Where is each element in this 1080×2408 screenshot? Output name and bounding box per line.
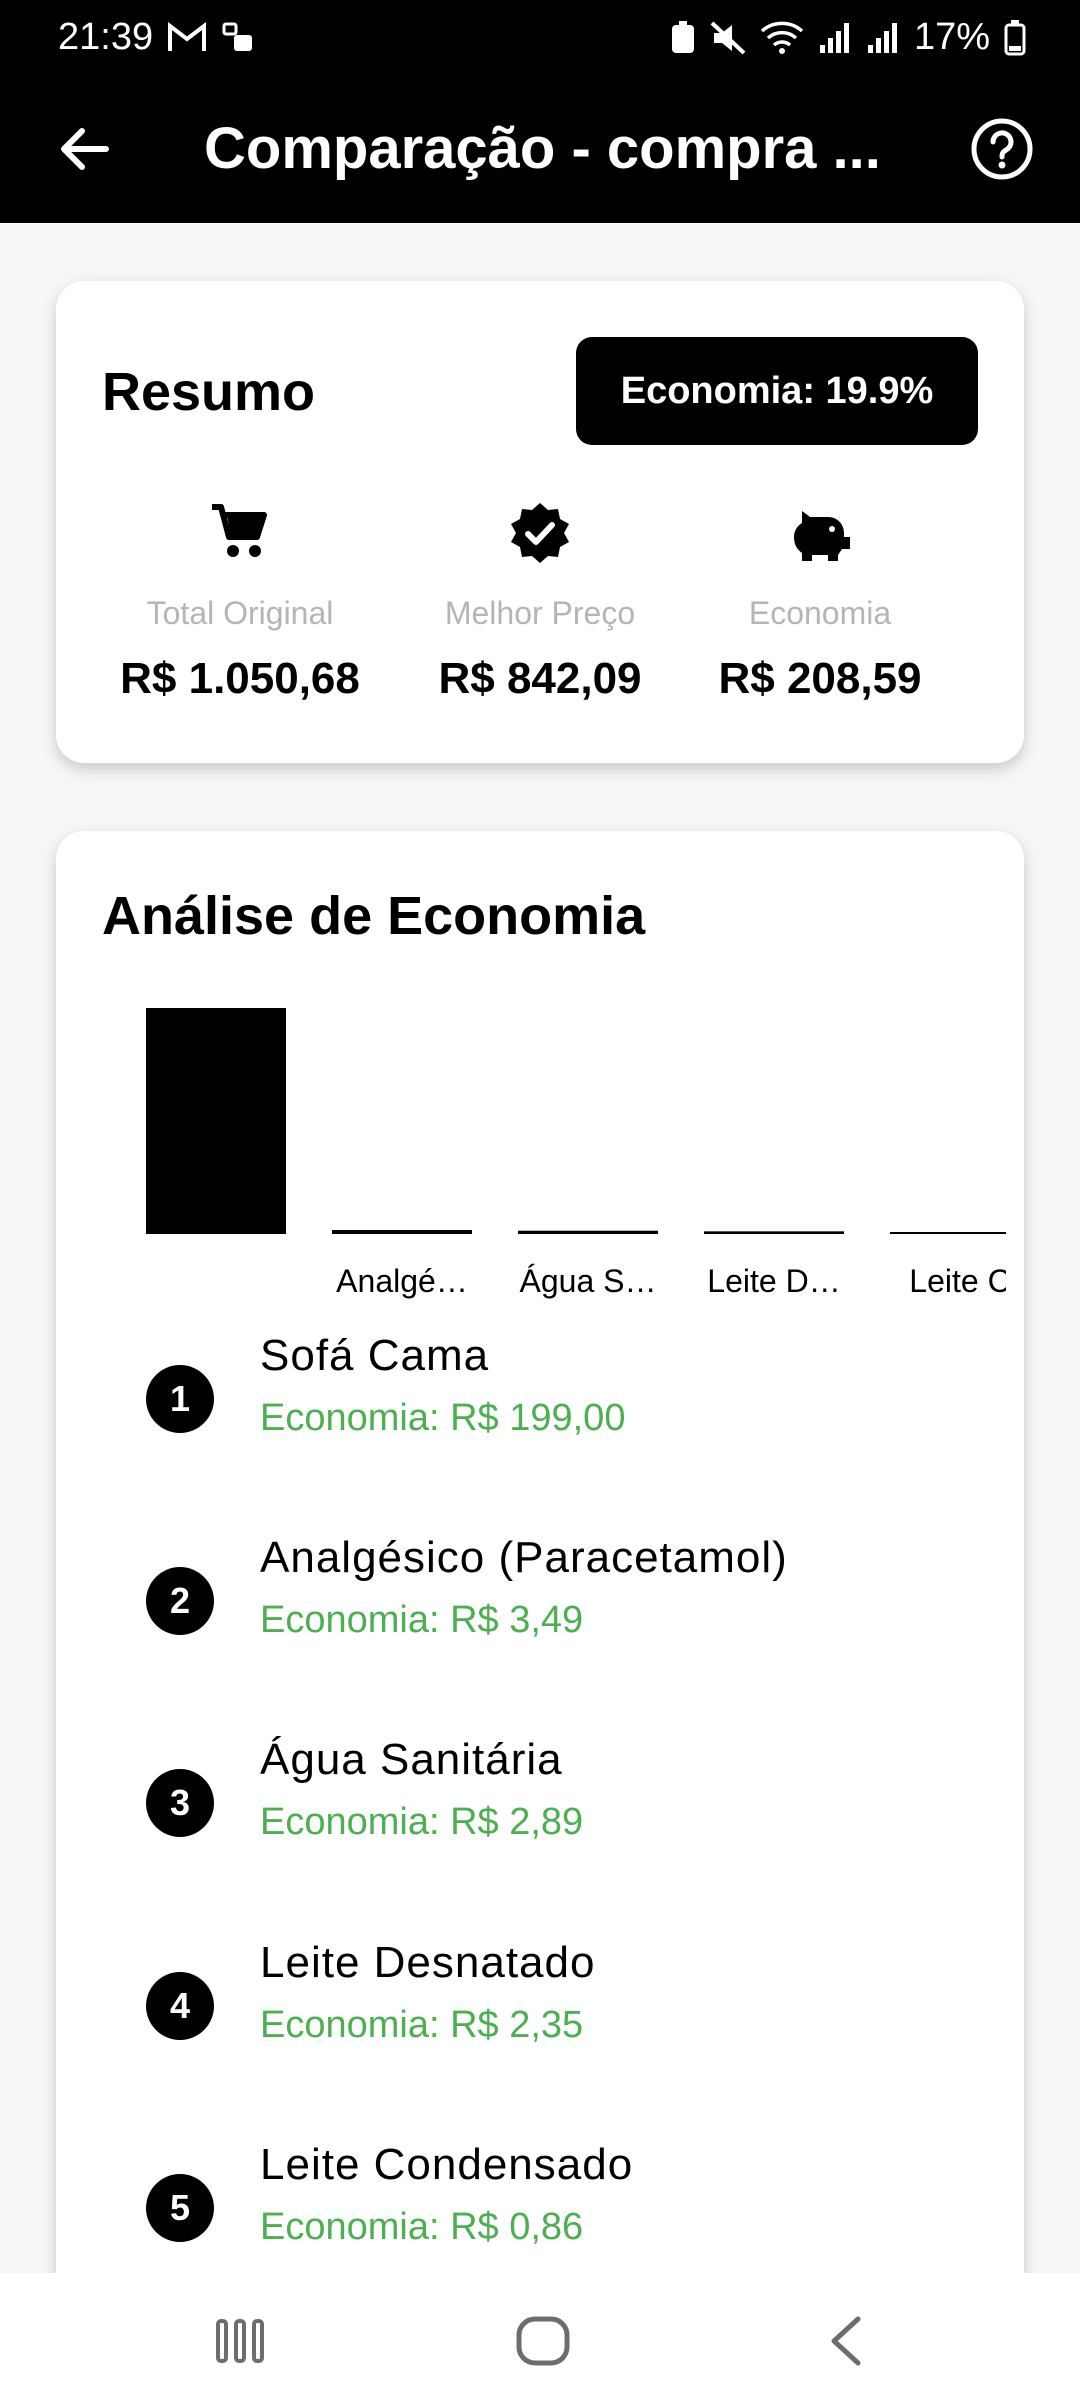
stat-label: Total Original [146,595,334,631]
arrow-left-icon [61,128,109,170]
rank-product-name: Água Sanitária [260,1735,563,1784]
analysis-heading: Análise de Economia [102,886,646,946]
battery-icon [1004,19,1026,56]
summary-card: Resumo Economia: 19.9% Total Original R$… [56,281,1024,763]
page-title: Comparação - compra ... [204,116,881,181]
signal-icon [818,21,852,55]
stat-total-original: Total Original R$ 1.050,68 [90,501,390,704]
stat-economy: Economia R$ 208,59 [670,501,970,704]
stat-value: R$ 1.050,68 [120,654,360,703]
chart-tick-label: Água S… [520,1263,657,1299]
economy-bar-chart: Analgé… Água S… Leite D… Leite C [86,1006,1006,1306]
ranking-item-5: 5 Leite Condensado Economia: R$ 0,86 [56,2140,1024,2273]
stat-best-price: Melhor Preço R$ 842,09 [390,501,690,704]
battery-saver-icon [670,20,696,55]
rank-number: 4 [146,1972,214,2040]
app-bar: Comparação - compra ... [0,75,1080,223]
rank-product-name: Analgésico (Paracetamol) [260,1533,788,1582]
rank-product-name: Leite Desnatado [260,1938,596,1987]
rank-number: 2 [146,1567,214,1635]
help-icon [971,118,1033,180]
mute-icon [710,21,746,55]
stat-label: Melhor Preço [444,595,636,631]
rank-economy: Economia: R$ 2,89 [260,1801,584,1843]
analysis-card: Análise de Economia Analgé… Água S… Leite … [56,831,1024,2273]
chart-bar [332,1230,472,1234]
ranking-item-2: 2 Analgésico (Paracetamol) Economia: R$ … [56,1533,1024,1673]
rank-number: 3 [146,1769,214,1837]
piggy-bank-icon [794,511,850,561]
wifi-icon [760,21,804,55]
stat-value: R$ 842,09 [438,654,642,703]
status-bar: 21:39 17% [0,0,1080,75]
stat-label: Economia [748,595,892,631]
chart-bar [890,1232,1006,1234]
chart-tick-label: Leite D… [707,1263,840,1299]
cart-icon [212,504,267,557]
rank-number: 1 [146,1365,214,1433]
system-nav-bar [0,2273,1080,2408]
rank-product-name: Leite Condensado [260,2140,634,2189]
ranking-item-1: 1 Sofá Cama Economia: R$ 199,00 [56,1331,1024,1471]
stat-value: R$ 208,59 [718,654,922,703]
chart-tick-label: Analgé… [336,1263,468,1299]
signal-icon-2 [866,21,900,55]
rank-economy: Economia: R$ 2,35 [260,2004,584,2046]
notification-icon [221,21,255,55]
content-area[interactable]: Resumo Economia: 19.9% Total Original R$… [0,223,1080,2273]
back-button[interactable] [44,109,124,189]
chart-bar [518,1230,658,1234]
back-nav-button[interactable] [806,2309,886,2373]
rank-product-name: Sofá Cama [260,1331,490,1380]
gmail-icon [167,21,207,54]
recent-apps-button[interactable] [200,2309,280,2373]
chart-svg: Analgé… Água S… Leite D… Leite C [146,1008,1006,1299]
ranking-item-4: 4 Leite Desnatado Economia: R$ 2,35 [56,1938,1024,2078]
status-time: 21:39 [58,16,154,58]
rank-economy: Economia: R$ 3,49 [260,1599,584,1641]
chart-bar [146,1008,286,1234]
battery-percent: 17% [913,16,990,58]
chart-bar [704,1231,844,1234]
back-chevron-icon [831,2316,861,2366]
recent-apps-icon [216,2319,264,2363]
chart-tick-label: Leite C [909,1263,1006,1299]
rank-economy: Economia: R$ 199,00 [260,1397,626,1439]
economy-badge: Economia: 19.9% [576,337,978,445]
rank-economy: Economia: R$ 0,86 [260,2206,584,2248]
home-button[interactable] [503,2309,583,2373]
summary-heading: Resumo [102,362,316,422]
home-icon [516,2316,570,2366]
verified-badge-icon [511,503,569,563]
help-button[interactable] [964,111,1040,187]
ranking-item-3: 3 Água Sanitária Economia: R$ 2,89 [56,1735,1024,1875]
rank-number: 5 [146,2174,214,2242]
